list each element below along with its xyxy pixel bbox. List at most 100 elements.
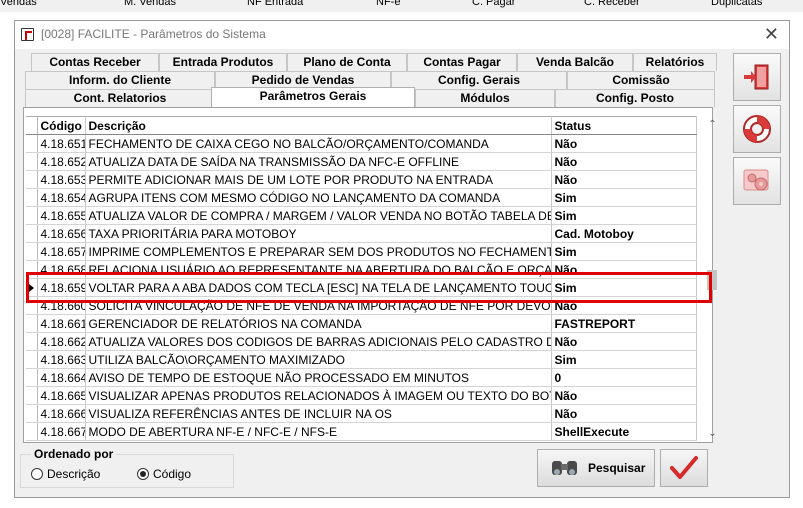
tab-config-gerais[interactable]: Config. Gerais	[391, 71, 567, 89]
cell-status[interactable]: ShellExecute	[551, 422, 697, 441]
exit-button[interactable]	[733, 53, 781, 101]
cell-code[interactable]: 4.18.659	[37, 278, 86, 297]
search-button[interactable]: Pesquisar	[537, 449, 655, 487]
menu-m-vendas[interactable]: M. Vendas	[124, 0, 176, 8]
cell-description[interactable]: AGRUPA ITENS COM MESMO CÓDIGO NO LANÇAME…	[85, 188, 552, 207]
cell-status[interactable]: Cad. Motoboy	[551, 224, 697, 243]
cell-status[interactable]: Sim	[551, 350, 697, 369]
cell-status[interactable]: Sim	[551, 206, 697, 225]
table-row[interactable]: 4.18.652 ATUALIZA DATA DE SAÍDA NA TRANSM…	[26, 152, 697, 171]
cell-status[interactable]: Não	[551, 170, 697, 189]
table-row[interactable]: 4.18.663 UTILIZA BALCÃO\ORÇAMENTO MAXIMIZ…	[26, 350, 697, 369]
cell-code[interactable]: 4.18.662	[37, 332, 86, 351]
cell-status[interactable]: 0	[551, 368, 697, 387]
cell-code[interactable]: 4.18.655	[37, 206, 86, 225]
parameters-grid[interactable]: Código Descrição Status 4.18.651 FECHAMEN…	[26, 116, 697, 441]
radio-circle-selected[interactable]	[137, 468, 149, 480]
cell-status[interactable]: FASTREPORT	[551, 314, 697, 333]
cell-code[interactable]: 4.18.660	[37, 296, 86, 315]
cell-description[interactable]: IMPRIME COMPLEMENTOS E PREPARAR SEM DOS …	[85, 242, 552, 261]
tab-config-posto[interactable]: Config. Posto	[555, 89, 715, 107]
cell-code[interactable]: 4.18.651	[37, 134, 86, 153]
tab-contas-receber[interactable]: Contas Receber	[31, 53, 159, 71]
cell-code[interactable]: 4.18.656	[37, 224, 86, 243]
table-row[interactable]: 4.18.666 VISUALIZA REFERÊNCIAS ANTES DE I…	[26, 404, 697, 423]
table-row[interactable]: 4.18.664 AVISO DE TEMPO DE ESTOQUE NÃO PR…	[26, 368, 697, 387]
close-icon[interactable]: ✕	[764, 24, 779, 45]
cell-status[interactable]: Sim	[551, 188, 697, 207]
cell-description[interactable]: ATUALIZA VALORES DOS CODIGOS DE BARRAS A…	[85, 332, 552, 351]
table-row[interactable]: 4.18.665 VISUALIZAR APENAS PRODUTOS RELAC…	[26, 386, 697, 405]
table-row[interactable]: 4.18.662 ATUALIZA VALORES DOS CODIGOS DE …	[26, 332, 697, 351]
menu-duplicatas[interactable]: Duplicatas	[711, 0, 762, 8]
cell-status[interactable]: Sim	[551, 278, 697, 297]
tab-inform-cliente[interactable]: Inform. do Cliente	[25, 71, 215, 89]
cell-description[interactable]: VISUALIZAR APENAS PRODUTOS RELACIONADOS …	[85, 386, 552, 405]
cell-status[interactable]: Não	[551, 134, 697, 153]
column-header-status[interactable]: Status	[551, 116, 697, 135]
cell-description[interactable]: AVISO DE TEMPO DE ESTOQUE NÃO PROCESSADO…	[85, 368, 552, 387]
cell-code[interactable]: 4.18.654	[37, 188, 86, 207]
table-row[interactable]: 4.18.653 PERMITE ADICIONAR MAIS DE UM LOT…	[26, 170, 697, 189]
table-row[interactable]: 4.18.654 AGRUPA ITENS COM MESMO CÓDIGO NO…	[26, 188, 697, 207]
table-row[interactable]: 4.18.651 FECHAMENTO DE CAIXA CEGO NO BALC…	[26, 134, 697, 153]
tab-contas-pagar[interactable]: Contas Pagar	[407, 53, 517, 71]
cell-status[interactable]: Não	[551, 152, 697, 171]
radio-circle[interactable]	[31, 468, 43, 480]
cell-code[interactable]: 4.18.666	[37, 404, 86, 423]
tab-plano-de-conta[interactable]: Plano de Conta	[287, 53, 407, 71]
scroll-up-icon[interactable]: ⌃	[704, 116, 721, 133]
table-row[interactable]: 4.18.656 TAXA PRIORITÁRIA PARA MOTOBOY Cad…	[26, 224, 697, 243]
cell-status[interactable]: Não	[551, 296, 697, 315]
cell-code[interactable]: 4.18.665	[37, 386, 86, 405]
cell-status[interactable]: Não	[551, 260, 697, 279]
menu-vendas[interactable]: Vendas	[0, 0, 37, 8]
cell-code[interactable]: 4.18.667	[37, 422, 86, 441]
cell-description[interactable]: TAXA PRIORITÁRIA PARA MOTOBOY	[85, 224, 552, 243]
table-row[interactable]: 4.18.667 MODO DE ABERTURA NF-E / NFC-E / …	[26, 422, 697, 441]
cell-description[interactable]: UTILIZA BALCÃO\ORÇAMENTO MAXIMIZADO	[85, 350, 552, 369]
menu-c-receber[interactable]: C. Receber	[584, 0, 640, 8]
menu-nf-entrada[interactable]: NF Entrada	[247, 0, 303, 8]
tab-entrada-produtos[interactable]: Entrada Produtos	[159, 53, 287, 71]
cell-code[interactable]: 4.18.664	[37, 368, 86, 387]
column-header-code[interactable]: Código	[37, 116, 86, 135]
cell-code[interactable]: 4.18.663	[37, 350, 86, 369]
cell-code[interactable]: 4.18.652	[37, 152, 86, 171]
cell-description[interactable]: VISUALIZA REFERÊNCIAS ANTES DE INCLUIR N…	[85, 404, 552, 423]
confirm-button[interactable]	[660, 449, 708, 487]
cell-code[interactable]: 4.18.658	[37, 260, 86, 279]
settings-button[interactable]	[733, 157, 781, 205]
table-row[interactable]: 4.18.657 IMPRIME COMPLEMENTOS E PREPARAR …	[26, 242, 697, 261]
tab-modulos[interactable]: Módulos	[415, 89, 555, 107]
scroll-down-icon[interactable]: ⌄	[704, 425, 721, 442]
cell-description[interactable]: SOLICITA VINCULAÇÃO DE NFE DE VENDA NA I…	[85, 296, 552, 315]
table-row[interactable]: 4.18.658 RELACIONA USUÁRIO AO REPRESENTAN…	[26, 260, 697, 279]
cell-status[interactable]: Não	[551, 386, 697, 405]
cell-code[interactable]: 4.18.657	[37, 242, 86, 261]
table-row[interactable]: 4.18.660 SOLICITA VINCULAÇÃO DE NFE DE VE…	[26, 296, 697, 315]
cell-status[interactable]: Sim	[551, 242, 697, 261]
cell-description[interactable]: ATUALIZA DATA DE SAÍDA NA TRANSMISSÃO DA…	[85, 152, 552, 171]
tab-relatorios[interactable]: Relatórios	[633, 53, 717, 71]
tab-cont-relatorios[interactable]: Cont. Relatorios	[25, 89, 215, 107]
cell-status[interactable]: Não	[551, 332, 697, 351]
tab-venda-balcao[interactable]: Venda Balcão	[517, 53, 633, 71]
cell-status[interactable]: Não	[551, 404, 697, 423]
cell-description[interactable]: GERENCIADOR DE RELATÓRIOS NA COMANDA	[85, 314, 552, 333]
help-button[interactable]	[733, 105, 781, 153]
cell-description[interactable]: PERMITE ADICIONAR MAIS DE UM LOTE POR PR…	[85, 170, 552, 189]
menu-nfe[interactable]: NF-e	[376, 0, 400, 8]
cell-description[interactable]: MODO DE ABERTURA NF-E / NFC-E / NFS-E	[85, 422, 552, 441]
table-row[interactable]: 4.18.659 VOLTAR PARA A ABA DADOS COM TECL…	[26, 278, 697, 297]
column-header-description[interactable]: Descrição	[85, 116, 552, 135]
cell-description[interactable]: VOLTAR PARA A ABA DADOS COM TECLA [ESC] …	[85, 278, 552, 297]
cell-description[interactable]: RELACIONA USUÁRIO AO REPRESENTANTE NA AB…	[85, 260, 552, 279]
grid-vertical-scrollbar[interactable]: ⌃ ⌄	[704, 116, 721, 442]
cell-description[interactable]: ATUALIZA VALOR DE COMPRA / MARGEM / VALO…	[85, 206, 552, 225]
scrollbar-thumb[interactable]	[707, 270, 717, 290]
tab-parametros-gerais[interactable]: Parâmetros Gerais	[211, 87, 415, 107]
cell-code[interactable]: 4.18.653	[37, 170, 86, 189]
table-row[interactable]: 4.18.661 GERENCIADOR DE RELATÓRIOS NA COM…	[26, 314, 697, 333]
table-row[interactable]: 4.18.655 ATUALIZA VALOR DE COMPRA / MARGE…	[26, 206, 697, 225]
